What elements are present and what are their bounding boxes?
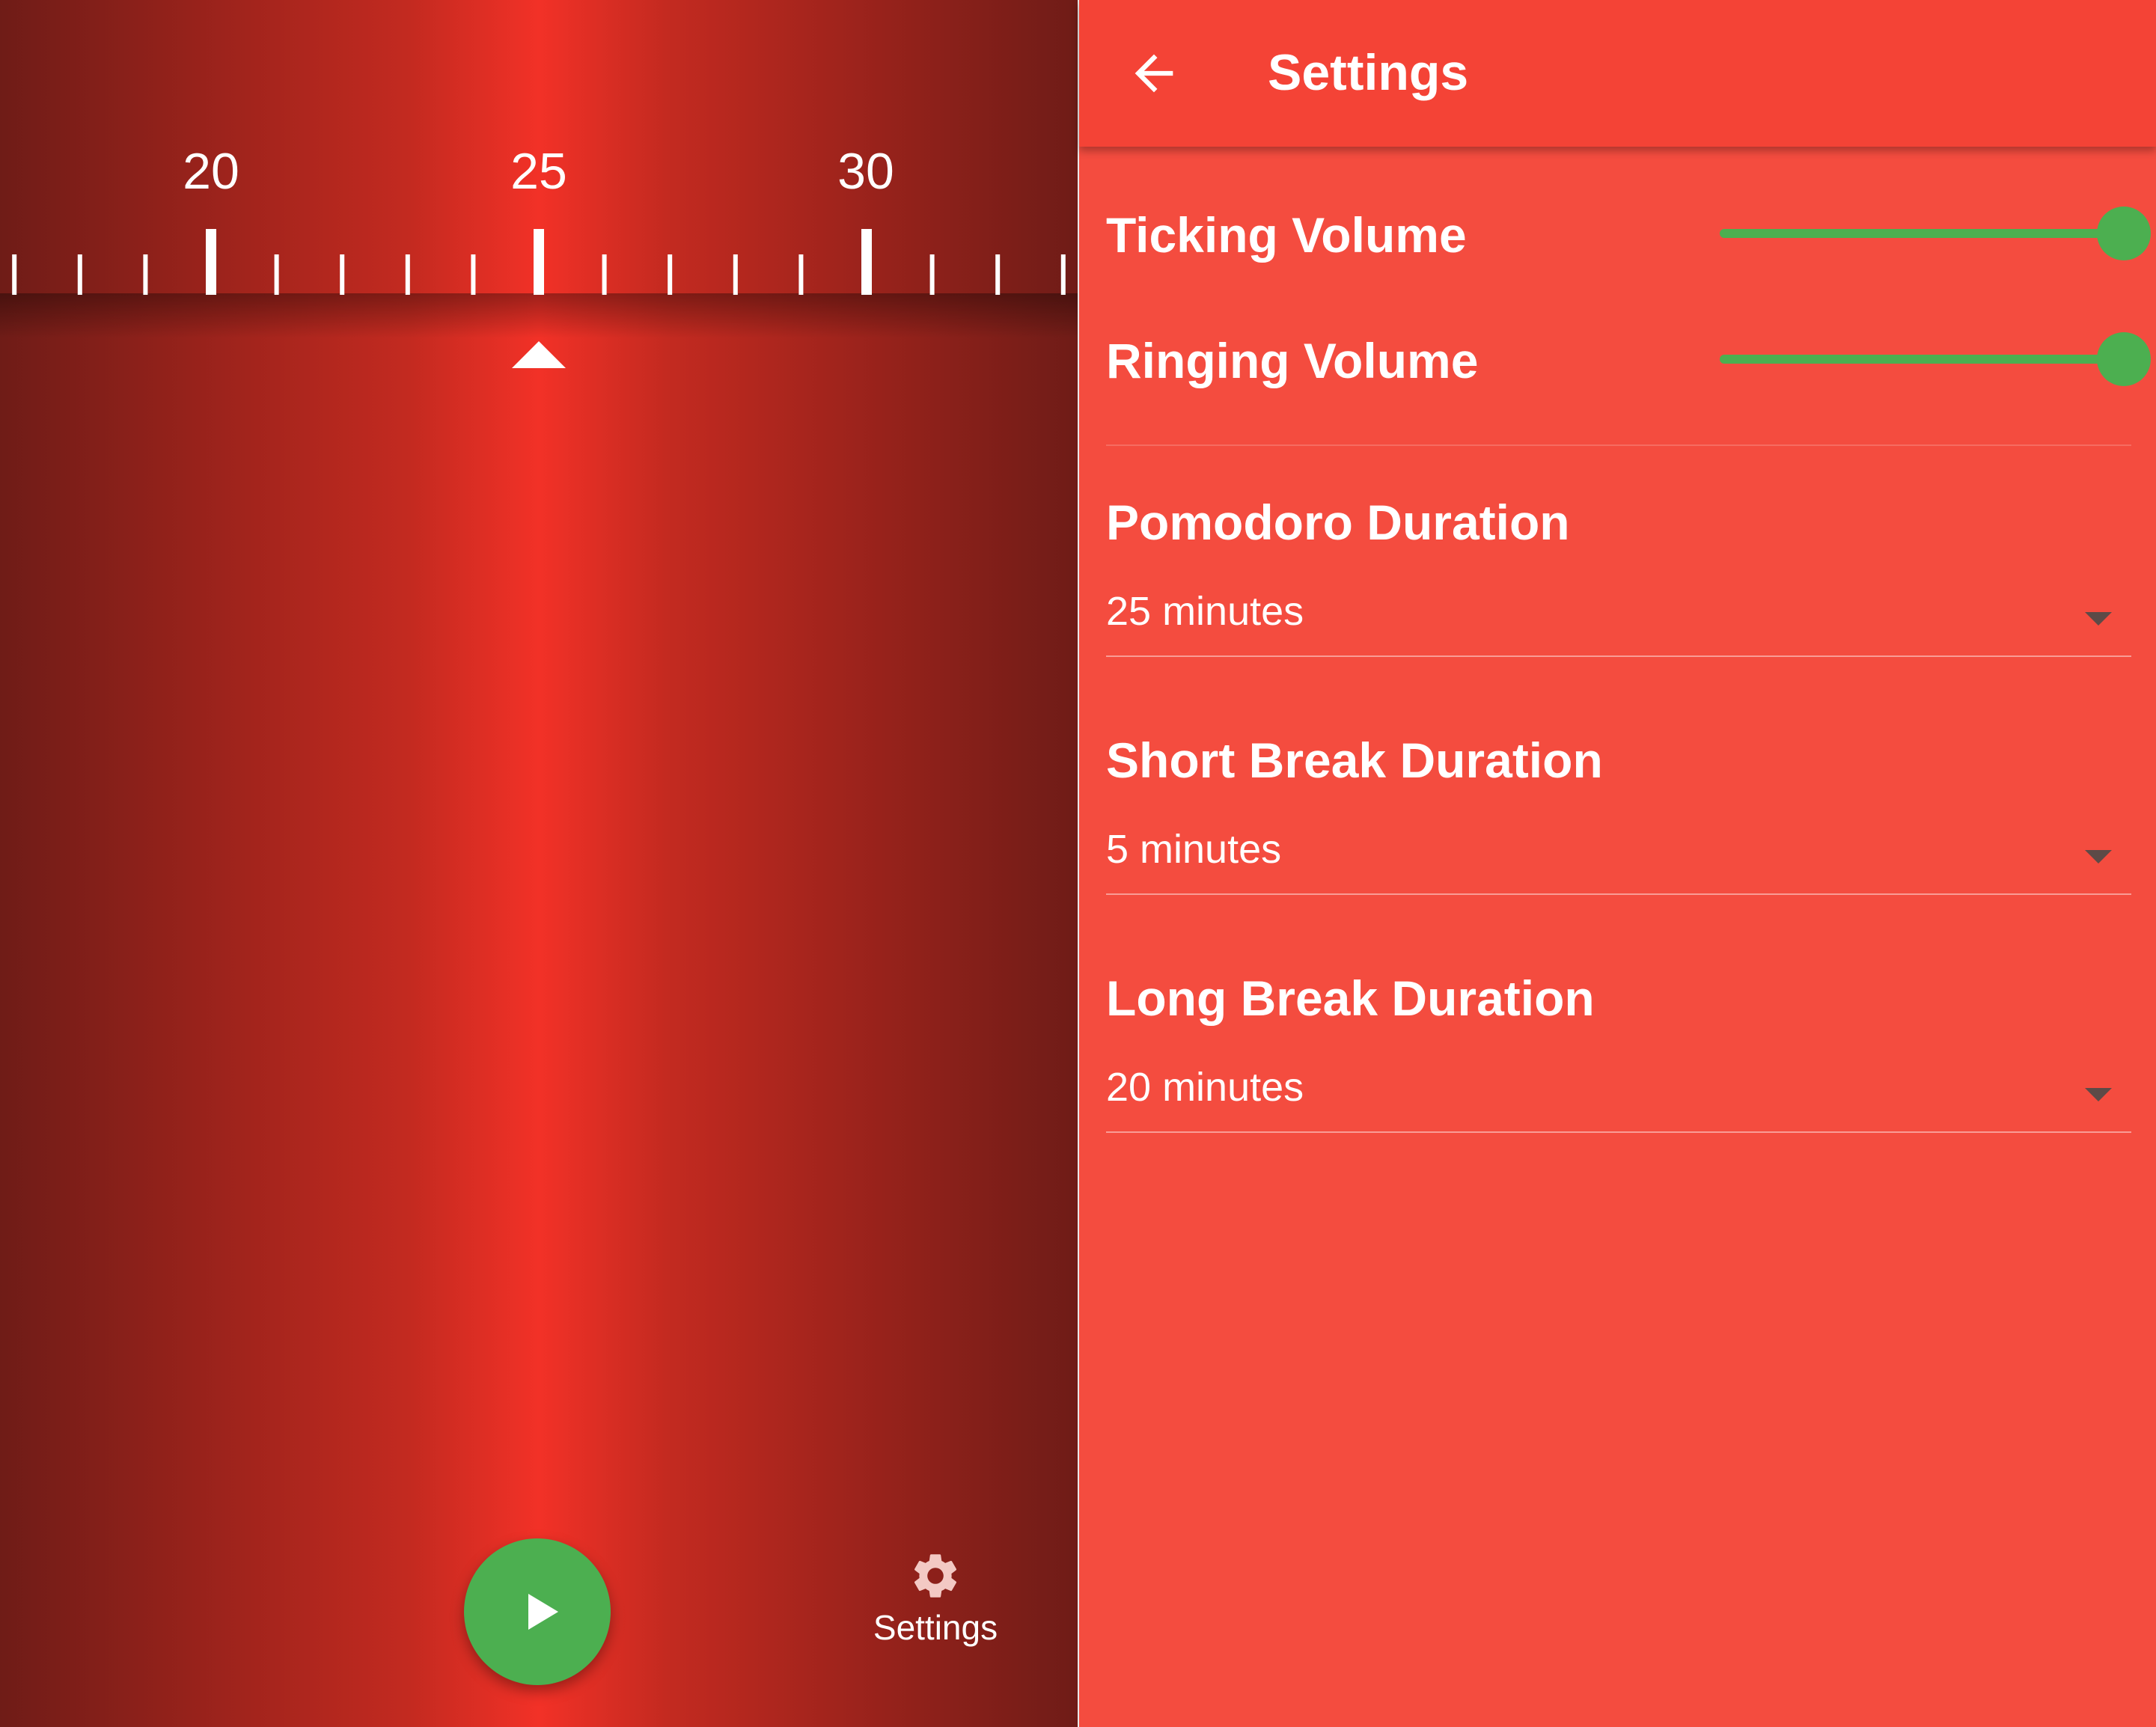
ruler-label-20: 20 [183,143,239,200]
slider-track [1720,229,2124,238]
pomodoro-duration-value: 25 minutes [1106,589,1304,634]
settings-shortcut-button[interactable]: Settings [853,1549,1018,1661]
ruler-minor-tick [12,254,17,295]
ruler-minor-tick [405,254,410,295]
ruler-minor-tick [798,254,804,295]
ringing-volume-row: Ringing Volume [1106,329,2151,397]
long-break-duration-label: Long Break Duration [1106,971,1595,1026]
long-break-duration-setting: Long Break Duration 20 minutes [1106,970,2131,1134]
ruler-minor-tick [929,254,935,295]
ruler-minor-tick [274,254,279,295]
slider-track [1720,355,2124,364]
short-break-duration-value: 5 minutes [1106,827,1282,872]
divider [1106,444,2131,446]
ruler-label-30: 30 [837,143,894,200]
short-break-duration-dropdown[interactable]: 5 minutes [1106,820,2131,895]
gear-icon [914,1554,957,1598]
short-break-duration-setting: Short Break Duration 5 minutes [1106,732,2131,896]
ticking-volume-label: Ticking Volume [1106,207,1467,263]
dropdown-arrow-icon [2085,1088,2112,1101]
dropdown-arrow-icon [2085,612,2112,626]
dropdown-underline [1106,1131,2131,1133]
ruler-minor-tick [340,254,345,295]
pomodoro-duration-setting: Pomodoro Duration 25 minutes [1106,494,2131,658]
ticking-volume-row: Ticking Volume [1106,204,2151,271]
timer-panel: 20 25 30 Settings [0,0,1078,1727]
long-break-duration-value: 20 minutes [1106,1065,1304,1110]
settings-shortcut-label: Settings [873,1608,998,1647]
dropdown-arrow-icon [2085,850,2112,864]
selection-pointer-icon [512,341,566,368]
slider-thumb[interactable] [2097,207,2151,260]
ringing-volume-label: Ringing Volume [1106,333,1479,388]
ruler-minor-tick [602,254,607,295]
dropdown-underline [1106,655,2131,657]
ruler-minor-tick [995,254,1001,295]
ruler-minor-tick [143,254,148,295]
ticking-volume-slider[interactable] [1720,204,2151,263]
pomodoro-duration-label: Pomodoro Duration [1106,495,1570,550]
play-icon [528,1594,558,1630]
long-break-duration-dropdown[interactable]: 20 minutes [1106,1058,2131,1133]
slider-thumb[interactable] [2097,332,2151,386]
page-title: Settings [1268,44,1469,101]
ruler-major-tick [206,229,216,295]
ruler-minor-tick [77,254,82,295]
minute-ruler[interactable]: 20 25 30 [0,0,1078,314]
ringing-volume-slider[interactable] [1720,329,2151,389]
short-break-duration-label: Short Break Duration [1106,733,1603,788]
ruler-major-tick [534,229,544,295]
ruler-minor-tick [471,254,476,295]
ruler-major-tick [861,229,872,295]
ruler-minor-tick [733,254,738,295]
ruler-minor-tick [668,254,673,295]
ruler-label-25: 25 [510,143,567,200]
dropdown-underline [1106,893,2131,895]
arrow-back-icon[interactable] [1126,45,1182,102]
settings-panel: Settings Ticking Volume Ringing Volume P… [1078,0,2156,1727]
app-bar: Settings [1079,0,2156,147]
pomodoro-duration-dropdown[interactable]: 25 minutes [1106,582,2131,657]
play-button[interactable] [464,1538,611,1685]
ruler-minor-tick [1060,254,1066,295]
